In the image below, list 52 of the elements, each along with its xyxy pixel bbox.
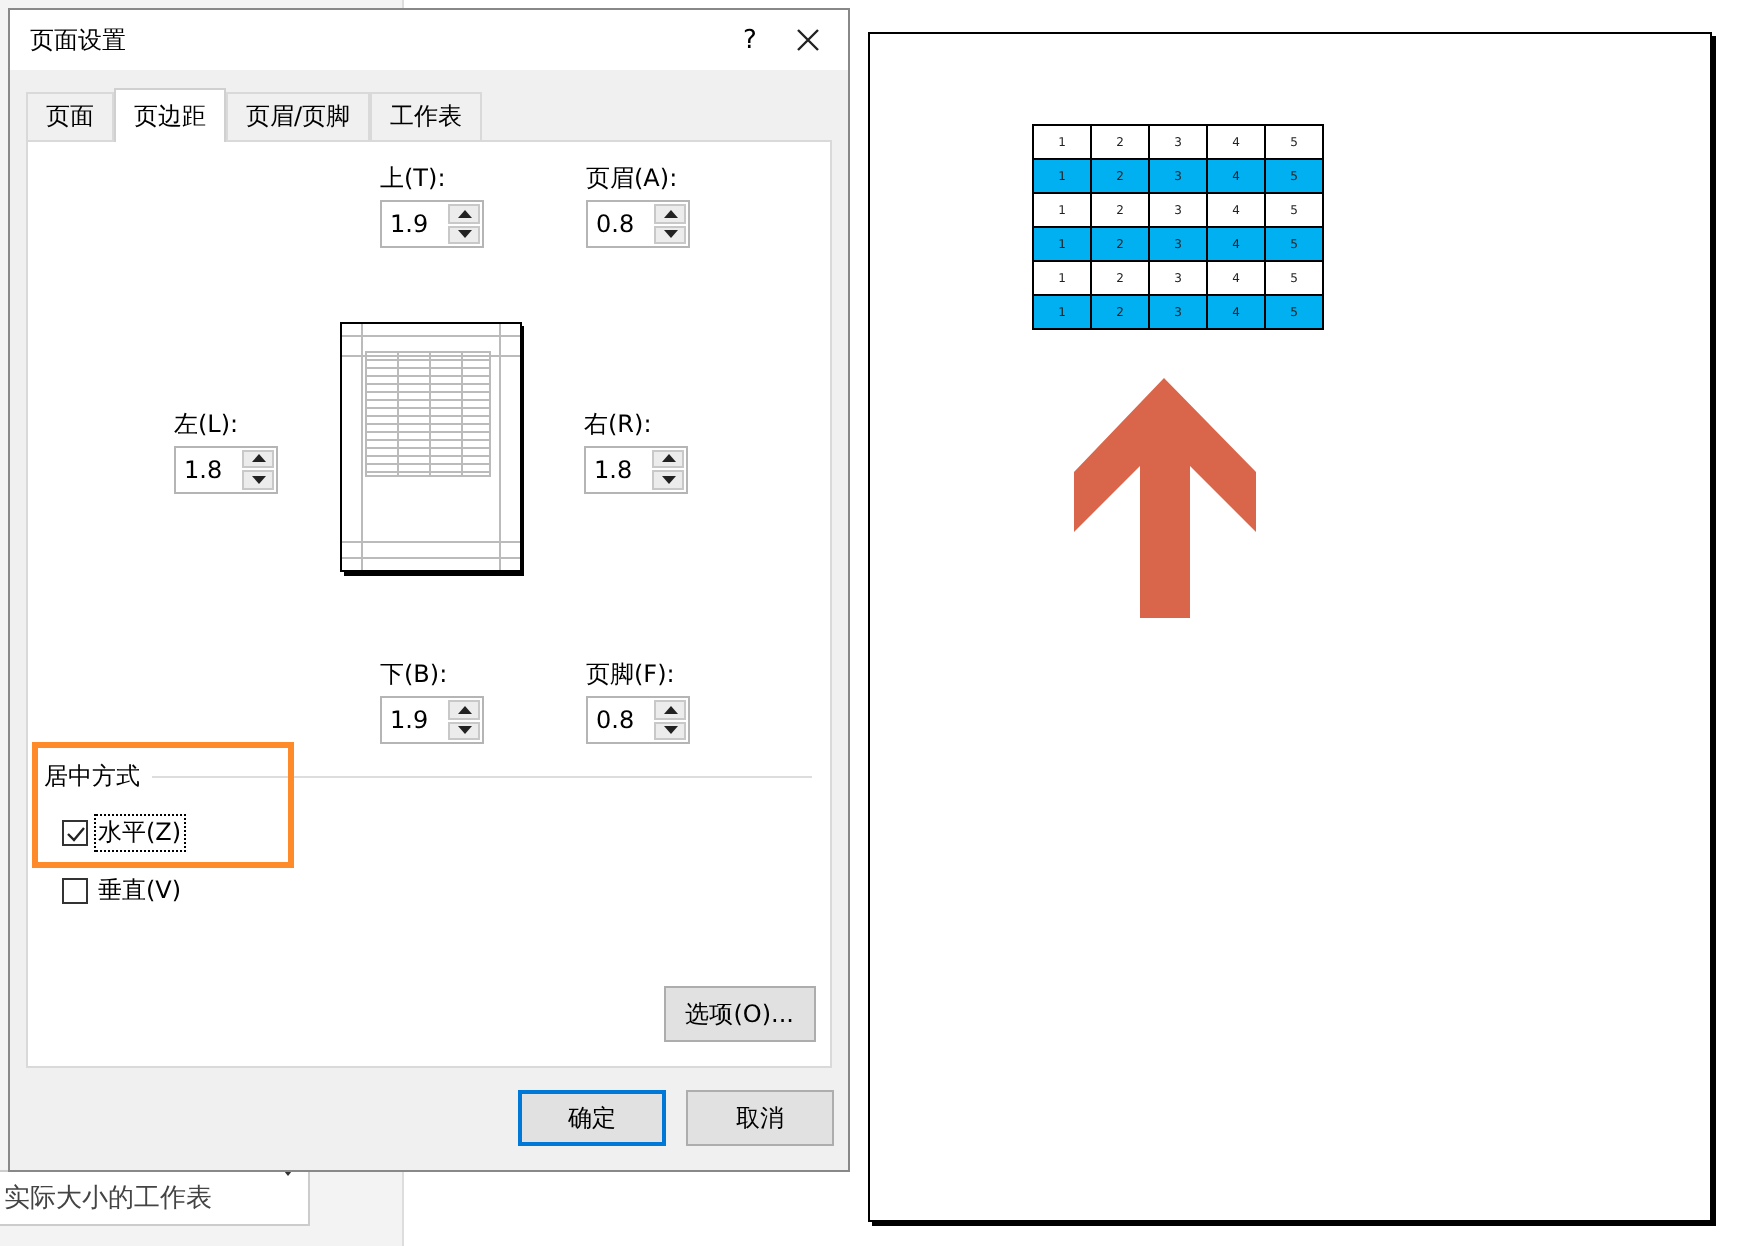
dialog-button[interactable]: 取消 xyxy=(686,1090,834,1146)
field-label: 页脚(F): xyxy=(586,658,677,690)
checkbox[interactable] xyxy=(62,878,88,904)
spin-down-button[interactable] xyxy=(448,721,480,740)
spin-down-button[interactable] xyxy=(654,721,686,740)
spin-up-button[interactable] xyxy=(242,449,274,468)
spin-down-button[interactable] xyxy=(652,470,684,489)
spin-field[interactable]: 1.8 xyxy=(584,445,688,493)
triangle-up-icon xyxy=(457,705,471,714)
field-label: 左(L): xyxy=(174,407,241,439)
triangle-down-icon xyxy=(457,230,471,239)
tab[interactable]: 页眉/页脚 xyxy=(226,92,371,140)
triangle-down-icon xyxy=(457,726,471,735)
tab[interactable]: 页面 xyxy=(26,92,114,140)
tab[interactable]: 工作表 xyxy=(370,92,483,140)
triangle-down-icon xyxy=(251,475,265,484)
tab[interactable]: 页边距 xyxy=(114,88,226,142)
field-label: 右(R): xyxy=(584,407,654,439)
triangle-up-icon xyxy=(663,209,677,218)
help-button[interactable]: ? xyxy=(720,25,780,55)
spin-up-button[interactable] xyxy=(448,204,480,223)
spin-up-button[interactable] xyxy=(448,700,480,719)
triangle-up-icon xyxy=(663,705,677,714)
dropdown-field[interactable]: 实际大小的工作表 xyxy=(0,1170,310,1226)
spin-down-button[interactable] xyxy=(242,470,274,489)
group-label: 居中方式 xyxy=(44,760,142,794)
spin-up-button[interactable] xyxy=(652,449,684,468)
spin-down-button[interactable] xyxy=(654,225,686,244)
checkbox-label[interactable]: 垂直(V) xyxy=(94,872,186,910)
spin-field[interactable]: 1.9 xyxy=(380,200,484,248)
dialog-button[interactable]: 确定 xyxy=(518,1090,666,1146)
field-label: 上(T): xyxy=(380,162,448,194)
triangle-up-icon xyxy=(457,209,471,218)
triangle-up-icon xyxy=(251,454,265,463)
spin-up-button[interactable] xyxy=(654,700,686,719)
options-button[interactable]: 选项(O)... xyxy=(663,986,816,1042)
checkbox[interactable] xyxy=(62,820,88,846)
spin-field[interactable]: 0.8 xyxy=(586,200,690,248)
checkbox-label[interactable]: 水平(Z) xyxy=(94,814,186,852)
triangle-down-icon xyxy=(661,475,675,484)
triangle-down-icon xyxy=(663,230,677,239)
spin-field[interactable]: 1.9 xyxy=(380,696,484,744)
spin-field[interactable]: 1.8 xyxy=(174,445,278,493)
field-label: 页眉(A): xyxy=(586,162,680,194)
spin-down-button[interactable] xyxy=(448,225,480,244)
field-label: 下(B): xyxy=(380,658,450,690)
triangle-up-icon xyxy=(661,454,675,463)
spin-up-button[interactable] xyxy=(654,204,686,223)
spin-field[interactable]: 0.8 xyxy=(586,696,690,744)
window-title: 页面设置 xyxy=(30,23,128,57)
triangle-down-icon xyxy=(663,726,677,735)
close-icon[interactable] xyxy=(796,28,820,52)
